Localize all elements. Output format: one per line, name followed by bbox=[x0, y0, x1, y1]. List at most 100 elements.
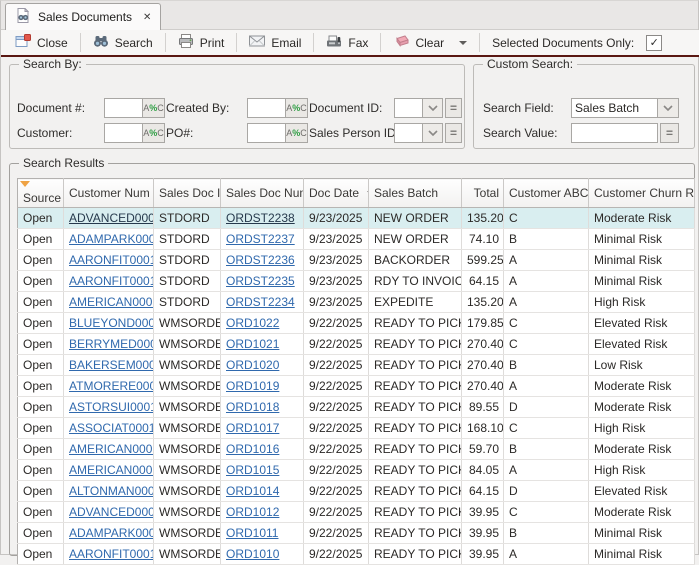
po-number-input[interactable] bbox=[247, 123, 286, 143]
close-button[interactable]: Close bbox=[5, 32, 78, 53]
customer_num-link[interactable]: AARONFIT0001 bbox=[69, 274, 154, 288]
customer_num-link[interactable]: ADVANCED0001 bbox=[69, 211, 154, 225]
document-number-wildcard-button[interactable]: A%C bbox=[143, 98, 165, 118]
clear-dropdown-caret-icon[interactable] bbox=[459, 41, 467, 45]
table-row[interactable]: OpenASTORSUI0001WMSORDERORD10189/22/2025… bbox=[18, 397, 695, 418]
search-value-equals-button[interactable]: = bbox=[660, 123, 679, 143]
created-by-input[interactable] bbox=[247, 98, 286, 118]
table-row[interactable]: OpenADVANCED0001WMSORDERORD10129/22/2025… bbox=[18, 502, 695, 523]
print-button[interactable]: Print bbox=[168, 32, 235, 53]
customer_num-link[interactable]: BERRYMED0001 bbox=[69, 337, 154, 351]
cell-customer_num: ATMORERE0001 bbox=[64, 376, 154, 397]
tab-sales-documents[interactable]: Sales Documents ✕ bbox=[5, 3, 161, 30]
cell-source: Open bbox=[18, 460, 64, 481]
sales-person-id-dropdown-chevron-icon[interactable] bbox=[423, 123, 443, 143]
table-row[interactable]: OpenALTONMAN0001WMSORDERORD10149/22/2025… bbox=[18, 481, 695, 502]
selected-documents-only-label: Selected Documents Only: bbox=[492, 36, 634, 50]
document-id-dropdown[interactable] bbox=[394, 98, 423, 118]
table-row[interactable]: OpenAARONFIT0001WMSORDERORD10109/22/2025… bbox=[18, 544, 695, 565]
sales_doc_num-link[interactable]: ORD1021 bbox=[226, 337, 279, 351]
sales_doc_num-link[interactable]: ORD1011 bbox=[226, 526, 278, 540]
col-header-total[interactable]: Total bbox=[462, 179, 504, 208]
sales_doc_num-link[interactable]: ORD1014 bbox=[226, 484, 279, 498]
search-button[interactable]: Search bbox=[83, 32, 163, 53]
table-row[interactable]: OpenATMORERE0001WMSORDERORD10199/22/2025… bbox=[18, 376, 695, 397]
sales_doc_num-link[interactable]: ORDST2235 bbox=[226, 274, 295, 288]
customer_num-link[interactable]: ADVANCED0001 bbox=[69, 505, 154, 519]
filter-icon[interactable] bbox=[20, 181, 30, 187]
document-number-input[interactable] bbox=[104, 98, 143, 118]
sales_doc_num-link[interactable]: ORD1020 bbox=[226, 358, 279, 372]
document-id-dropdown-chevron-icon[interactable] bbox=[423, 98, 443, 118]
table-row[interactable]: OpenBERRYMED0001WMSORDERORD10219/22/2025… bbox=[18, 334, 695, 355]
po-number-wildcard-button[interactable]: A%C bbox=[286, 123, 308, 143]
table-row[interactable]: OpenAARONFIT0001STDORDORDST22369/23/2025… bbox=[18, 250, 695, 271]
cell-sales_doc_num: ORD1018 bbox=[221, 397, 304, 418]
customer_num-link[interactable]: ALTONMAN0001 bbox=[69, 484, 154, 498]
table-row[interactable]: OpenBLUEYOND0001WMSORDERORD10229/22/2025… bbox=[18, 313, 695, 334]
sales_doc_num-link[interactable]: ORD1015 bbox=[226, 463, 279, 477]
sales_doc_num-link[interactable]: ORD1018 bbox=[226, 400, 279, 414]
col-header-label: Total bbox=[474, 186, 499, 200]
col-header-customer_num[interactable]: Customer Num bbox=[64, 179, 154, 208]
table-row[interactable]: OpenAMERICAN0001WMSORDERORD10159/22/2025… bbox=[18, 460, 695, 481]
document-id-equals-button[interactable]: = bbox=[445, 98, 462, 118]
col-header-sales_doc_num[interactable]: Sales Doc Num bbox=[221, 179, 304, 208]
customer_num-link[interactable]: AARONFIT0001 bbox=[69, 547, 154, 561]
sales_doc_num-link[interactable]: ORDST2236 bbox=[226, 253, 295, 267]
clear-button[interactable]: Clear bbox=[383, 33, 477, 52]
col-header-doc_date[interactable]: Doc Date bbox=[304, 179, 369, 208]
table-row[interactable]: OpenAMERICAN0002WMSORDERORD10169/22/2025… bbox=[18, 439, 695, 460]
sales_doc_num-link[interactable]: ORD1017 bbox=[226, 421, 279, 435]
customer-wildcard-button[interactable]: A%C bbox=[143, 123, 165, 143]
cell-sales_doc_id: WMSORDER bbox=[154, 313, 221, 334]
customer_num-link[interactable]: ADAMPARK0001 bbox=[69, 232, 154, 246]
sales_doc_num-link[interactable]: ORD1010 bbox=[226, 547, 279, 561]
sales-person-id-dropdown[interactable] bbox=[394, 123, 423, 143]
search-field-dropdown-chevron-icon[interactable] bbox=[658, 98, 679, 118]
table-row[interactable]: OpenAARONFIT0001STDORDORDST22359/23/2025… bbox=[18, 271, 695, 292]
customer_num-link[interactable]: ATMORERE0001 bbox=[69, 379, 154, 393]
customer_num-link[interactable]: ADAMPARK0001 bbox=[69, 526, 154, 540]
customer_num-link[interactable]: ASSOCIAT0001 bbox=[69, 421, 154, 435]
table-row[interactable]: OpenADAMPARK0001STDORDORDST22379/23/2025… bbox=[18, 229, 695, 250]
email-button[interactable]: Email bbox=[239, 33, 311, 52]
customer_num-link[interactable]: AMERICAN0001 bbox=[69, 463, 154, 477]
customer-input[interactable] bbox=[104, 123, 143, 143]
created-by-wildcard-button[interactable]: A%C bbox=[286, 98, 308, 118]
sales_doc_num-link[interactable]: ORD1012 bbox=[226, 505, 279, 519]
search-field-dropdown[interactable]: Sales Batch bbox=[571, 98, 658, 118]
col-header-sales_batch[interactable]: Sales Batch bbox=[369, 179, 462, 208]
customer_num-link[interactable]: BLUEYOND0001 bbox=[69, 316, 154, 330]
search-value-input[interactable] bbox=[571, 123, 658, 143]
sales_doc_num-link[interactable]: ORD1016 bbox=[226, 442, 279, 456]
sales_doc_num-link[interactable]: ORDST2237 bbox=[226, 232, 295, 246]
customer_num-link[interactable]: AMERICAN0002 bbox=[69, 442, 154, 456]
customer_num-link[interactable]: ASTORSUI0001 bbox=[69, 400, 154, 414]
selected-documents-only-checkbox[interactable]: ✓ bbox=[646, 35, 662, 51]
table-row[interactable]: OpenADVANCED0001STDORDORDST22389/23/2025… bbox=[18, 208, 695, 229]
customer_num-link[interactable]: AMERICAN0001 bbox=[69, 295, 154, 309]
sales_doc_num-link[interactable]: ORDST2238 bbox=[226, 211, 295, 225]
table-row[interactable]: OpenADAMPARK0001WMSORDERORD10119/22/2025… bbox=[18, 523, 695, 544]
cell-customer_abcd: B bbox=[504, 439, 589, 460]
fax-button[interactable]: Fax bbox=[316, 33, 378, 53]
table-row[interactable]: OpenASSOCIAT0001WMSORDERORD10179/22/2025… bbox=[18, 418, 695, 439]
sales_doc_num-link[interactable]: ORD1019 bbox=[226, 379, 279, 393]
col-header-customer_churn_risk[interactable]: Customer Churn Risk bbox=[589, 179, 695, 208]
sales_doc_num-link[interactable]: ORDST2234 bbox=[226, 295, 295, 309]
col-header-sales_doc_id[interactable]: Sales Doc ID bbox=[154, 179, 221, 208]
customer_num-link[interactable]: AARONFIT0001 bbox=[69, 253, 154, 267]
col-header-source[interactable]: Source bbox=[18, 179, 64, 208]
cell-sales_batch: READY TO PICK bbox=[369, 355, 462, 376]
po-number-label: PO#: bbox=[166, 126, 193, 140]
cell-customer_num: BAKERSEM0001 bbox=[64, 355, 154, 376]
customer-label: Customer: bbox=[17, 126, 72, 140]
table-row[interactable]: OpenBAKERSEM0001WMSORDERORD10209/22/2025… bbox=[18, 355, 695, 376]
col-header-customer_abcd[interactable]: Customer ABCD bbox=[504, 179, 589, 208]
sales-person-id-equals-button[interactable]: = bbox=[445, 123, 462, 143]
sales_doc_num-link[interactable]: ORD1022 bbox=[226, 316, 279, 330]
table-row[interactable]: OpenAMERICAN0001STDORDORDST22349/23/2025… bbox=[18, 292, 695, 313]
tab-close-icon[interactable]: ✕ bbox=[143, 12, 151, 23]
customer_num-link[interactable]: BAKERSEM0001 bbox=[69, 358, 154, 372]
